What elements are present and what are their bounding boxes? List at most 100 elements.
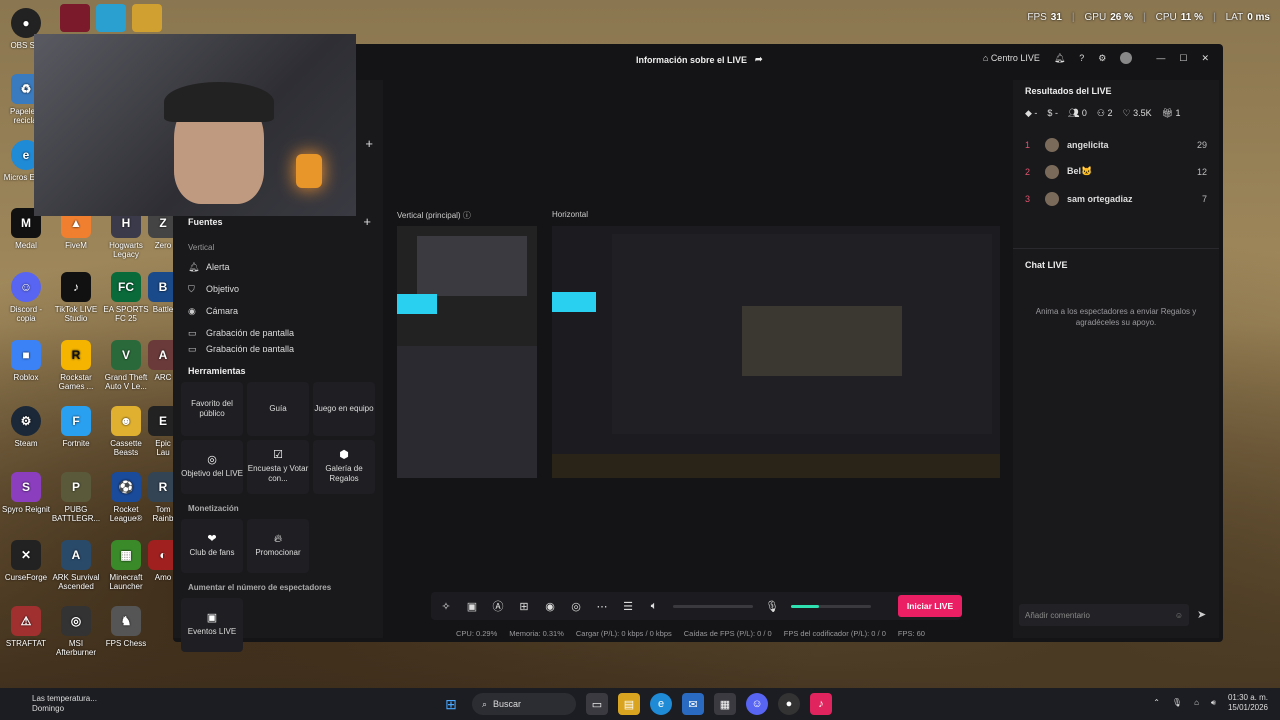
microphone-icon[interactable]: 🎙︎ [765,600,779,613]
ranking-row[interactable]: 2 Bel🐱 12 [1013,158,1219,185]
mixer-icon[interactable]: ☰ [621,600,635,613]
replay-icon[interactable]: ◎ [569,600,583,613]
divider [1013,248,1219,249]
desktop-icon-fortnite[interactable]: F Fortnite [50,406,102,448]
desktop-icon-straftat[interactable]: ⚠ STRAFTAT [0,606,52,648]
source-camera[interactable]: ◉ Cámara [173,300,383,322]
speaker-icon[interactable]: 🔈︎ [647,600,661,613]
tool-favorite[interactable]: Favorito del público [181,382,243,436]
help-icon[interactable]: ? [1079,53,1084,63]
vertical-label: Vertical [188,243,215,252]
discord-icon[interactable]: ☺ [746,693,768,715]
close-icon[interactable]: ✕ [1201,53,1209,64]
cuphead-icon[interactable] [132,4,162,32]
desktop-icon-msi[interactable]: ◎ MSI Afterburner [50,606,102,657]
desktop-icon-ark[interactable]: A ARK Survival Ascended [50,540,102,591]
desktop-icon-pubg[interactable]: P PUBG BATTLEGR... [50,472,102,523]
outlook-icon[interactable]: ✉ [682,693,704,715]
ark-icon: A [61,540,91,570]
go-live-button[interactable]: Iniciar LIVE [898,595,962,617]
tool-live-events[interactable]: ▣ Eventos LIVE [181,598,243,652]
source-screen-recording[interactable]: ▭ Grabación de pantalla [173,322,383,344]
desktop-icon-discord[interactable]: ☺ Discord - copia [0,272,52,323]
minimize-icon[interactable]: — [1156,53,1165,63]
magic-wand-icon[interactable]: ✧ [439,600,453,613]
vertical-preview[interactable] [397,226,537,478]
comment-input[interactable]: Añadir comentario ☺ [1019,604,1189,626]
headset [164,82,274,122]
desktop-icon-fc25[interactable]: FC EA SPORTS FC 25 [100,272,152,323]
centro-live-button[interactable]: ⌂ Centro LIVE [983,53,1040,63]
taskbar-search[interactable]: ⌕ Buscar [472,693,576,715]
target-icon: ◎ [207,454,217,466]
file-explorer-icon[interactable]: ▤ [618,693,640,715]
mic-volume-slider[interactable] [791,604,871,608]
tool-guide[interactable]: Guía [247,382,309,436]
avatar[interactable] [1120,52,1133,64]
desktop-icon-steam[interactable]: ⚙ Steam [0,406,52,448]
game-icon-1[interactable] [96,4,126,32]
layout-icon[interactable]: ⊞ [517,600,531,613]
info-icon[interactable]: ⓘ [463,211,471,220]
fortnite-icon: F [61,406,91,436]
desktop-icon-fpschess[interactable]: ♞ FPS Chess [100,606,152,648]
effects-icon[interactable]: ▣ [465,600,479,613]
edge-icon[interactable]: e [650,693,672,715]
windows-start-icon[interactable]: ⊞ [440,693,462,715]
task-view-icon[interactable]: ▭ [586,693,608,715]
tool-promote[interactable]: 🔥︎ Promocionar [247,519,309,573]
obs-icon[interactable]: ● [778,693,800,715]
store-icon[interactable]: ▦ [714,693,736,715]
tool-team-game[interactable]: Juego en equipo [313,382,375,436]
pubg-icon: P [61,472,91,502]
source-alert[interactable]: 🔔︎ Alerta [173,256,383,278]
poll-icon: ☑ [273,449,283,461]
desktop-icon-roblox[interactable]: ■ Roblox [0,340,52,382]
tool-fan-club[interactable]: ❤ Club de fans [181,519,243,573]
desktop-icon-gta[interactable]: V Grand Theft Auto V Le... [100,340,152,391]
emoji-icon[interactable]: ☺ [1175,611,1183,620]
source-objective[interactable]: ⛉ Objetivo [173,278,383,300]
desktop-icon-minecraft[interactable]: ▦ Minecraft Launcher [100,540,152,591]
desktop-icon-rockstar[interactable]: R Rockstar Games ... [50,340,102,391]
settings-icon[interactable]: ⚙ [1098,53,1106,64]
home-icon: ⌂ [982,53,989,63]
chevron-up-icon[interactable]: ⌃ [1153,698,1160,708]
heart-icon: ❤ [207,533,217,545]
horizontal-preview[interactable] [552,226,1000,478]
share-icon[interactable]: ➦ [755,54,763,65]
tool-live-goal[interactable]: ◎ Objetivo del LIVE [181,440,243,494]
desktop-icon-curseforge[interactable]: ✕ CurseForge [0,540,52,582]
vertical-preview-label: Vertical (principal) ⓘ [397,211,471,220]
record-icon[interactable]: ◉ [543,600,557,613]
add-source-icon[interactable]: + [363,214,371,229]
maximize-icon[interactable]: ☐ [1179,53,1187,64]
source-screen-recording-2[interactable]: ▭ Grabación de pantalla [173,344,383,352]
weather-widget[interactable]: Las temperatura... Domingo [14,694,97,714]
more-icon[interactable]: ⋯ [595,600,609,613]
ai-icon[interactable]: Ⓐ [491,598,505,614]
microphone-icon[interactable]: 🎙︎ [1172,698,1182,708]
desktop-icon-cassette[interactable]: ☻ Cassette Beasts [100,406,152,457]
valorant-icon[interactable] [60,4,90,32]
desktop-icon-spyro[interactable]: S Spyro Reignit [0,472,52,514]
bell-icon[interactable]: 🔔︎ [1054,53,1065,64]
tool-gift-gallery[interactable]: ⬢ Galería de Regalos [313,440,375,494]
volume-icon[interactable]: 🔊︎ [1211,698,1216,708]
gpu-value: 26 % [1110,12,1133,23]
desktop-icon-tiktok[interactable]: ♪ TikTok LIVE Studio [50,272,102,323]
ranking-row[interactable]: 3 sam ortegadiaz 7 [1013,185,1219,212]
avatar [1045,164,1059,179]
speaker-volume-slider[interactable] [673,604,753,608]
desktop-icon-rocket[interactable]: ⚽ Rocket League® [100,472,152,523]
ranking-row[interactable]: 1 angelicita 29 [1013,131,1219,158]
send-icon[interactable]: ➤ [1197,608,1206,621]
add-scene-icon[interactable]: + [365,136,373,151]
avatar [1045,137,1059,152]
sources-title: Fuentes [188,216,223,227]
rockstar-icon: R [61,340,91,370]
clock[interactable]: 01:30 a. m. 15/01/2026 [1228,693,1268,713]
tiktok-live-icon[interactable]: ♪ [810,693,832,715]
network-icon[interactable]: ⌂ [1194,698,1199,708]
tool-poll[interactable]: ☑ Encuesta y Votar con... [247,440,309,494]
